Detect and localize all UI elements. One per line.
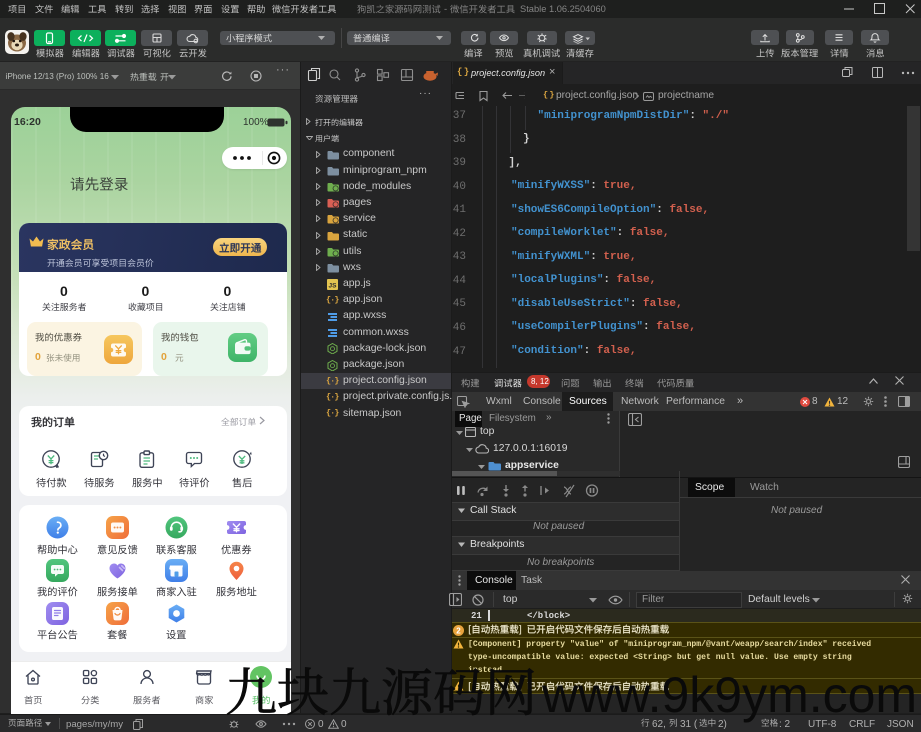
svg-text:JS: JS (329, 282, 338, 289)
svg-text:2: 2 (456, 626, 461, 635)
